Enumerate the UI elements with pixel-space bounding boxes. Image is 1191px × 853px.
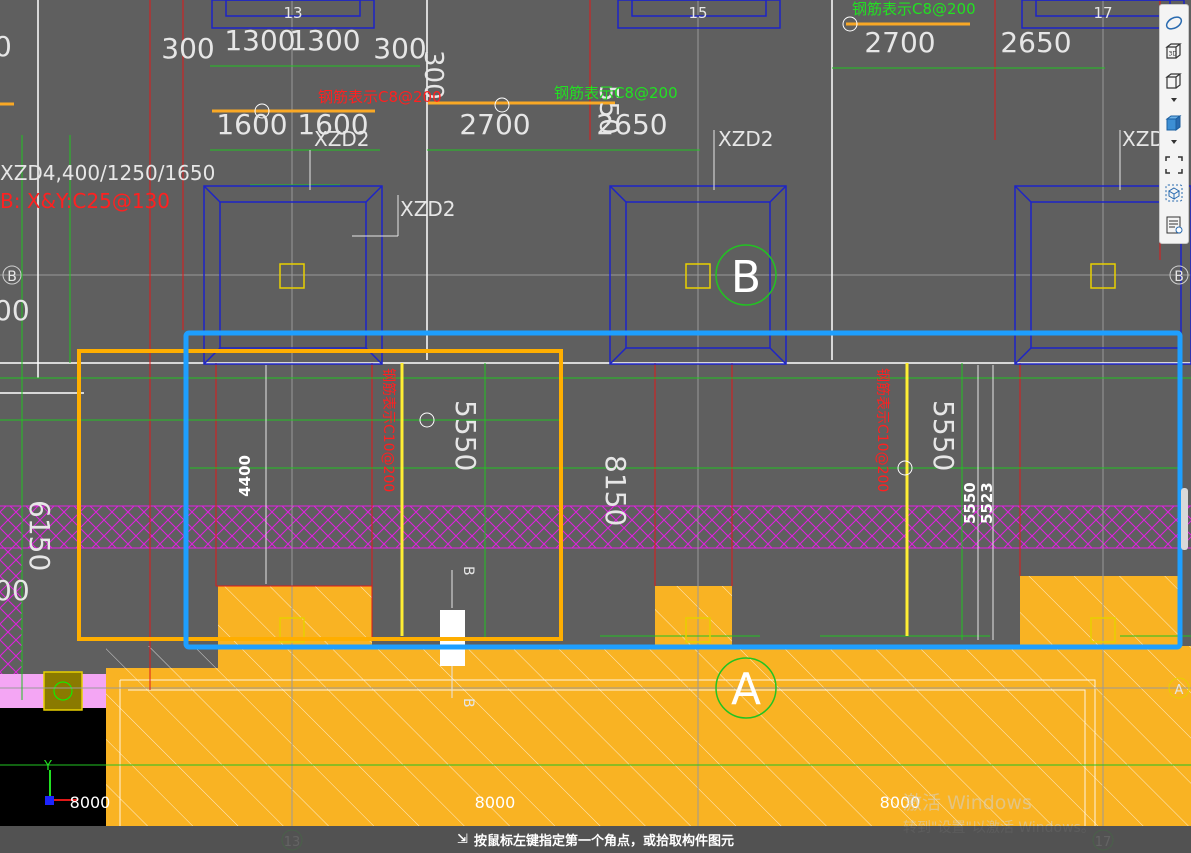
rebar-note-red-1: 钢筋表示C8@200 xyxy=(318,88,442,106)
grid-bubble-b-left: B xyxy=(7,269,17,285)
command-prompt-text: 按鼠标左键指定第一个角点，或拾取构件图元 xyxy=(473,833,734,848)
dim-1600-a: 1600 xyxy=(216,108,287,141)
pick-cursor-icon: ⇲ xyxy=(457,832,468,847)
dim-4400: 4400 xyxy=(236,455,254,497)
left-dim-1: 0 xyxy=(0,30,12,63)
grid-label-13: 13 xyxy=(283,4,302,22)
dim-300-a: 300 xyxy=(161,32,214,65)
view-3d-icon[interactable]: 3D xyxy=(1162,39,1186,63)
left-dim-3: 00 xyxy=(0,574,30,607)
column-marker[interactable] xyxy=(43,671,83,711)
left-dim-6150: 6150 xyxy=(23,500,56,571)
rebar-note-red-3: 钢筋表示C10@200 xyxy=(874,368,891,492)
watermark-line-1: 激活 Windows xyxy=(903,792,1032,814)
grid-label-17: 17 xyxy=(1093,4,1112,22)
rebar-note-green-2: 钢筋表示C8@200 xyxy=(852,0,976,18)
bottom-dim-mid: 8000 xyxy=(475,793,516,812)
dim-5550-small: 5550 xyxy=(961,482,979,524)
dim-1300-a: 1300 xyxy=(224,24,295,57)
dim-8150: 8150 xyxy=(599,455,632,526)
section-mark-b-bottom: B xyxy=(460,698,476,708)
grid-label-15: 15 xyxy=(688,4,707,22)
dropdown-arrow-icon[interactable] xyxy=(1162,93,1186,107)
orbit-icon[interactable] xyxy=(1162,11,1186,35)
zoom-extents-icon[interactable] xyxy=(1162,153,1186,177)
dim-1300-b: 1300 xyxy=(289,24,360,57)
cad-drawing-canvas[interactable]: Y 13 15 17 B B A B A 300 1300 1300 300 2… xyxy=(0,0,1191,853)
dim-2700-mid: 2700 xyxy=(459,108,530,141)
axis-bubble-a: A xyxy=(731,664,761,715)
pile-note-xzd4: XZD4,400/1250/1650 xyxy=(0,161,215,185)
grid-bubble-b-right: B xyxy=(1174,269,1184,285)
xzd-label-3: XZD2 xyxy=(718,127,774,151)
properties-list-icon[interactable] xyxy=(1162,213,1186,237)
grid-bubble-a-right: A xyxy=(1175,683,1184,698)
vertical-scrollbar[interactable] xyxy=(1181,488,1188,550)
view-toolbar: 3D xyxy=(1159,4,1189,244)
dim-5523: 5523 xyxy=(978,482,996,524)
command-prompt-bar: ⇲ 按鼠标左键指定第一个角点，或拾取构件图元 xyxy=(0,826,1191,853)
isolate-icon[interactable] xyxy=(1162,181,1186,205)
rebar-note-green-1: 钢筋表示C8@200 xyxy=(554,84,678,102)
dim-2650-top: 2650 xyxy=(1000,26,1071,59)
rebar-note-red-2: 钢筋表示C10@200 xyxy=(380,368,397,492)
xzd-label-1: XZD2 xyxy=(314,127,370,151)
svg-text:3D: 3D xyxy=(1169,51,1178,58)
dim-5550-a: 5550 xyxy=(449,400,482,471)
svg-text:Y: Y xyxy=(43,759,52,774)
xzd-label-2: XZD2 xyxy=(400,197,456,221)
section-mark-b-top: B xyxy=(460,566,476,576)
pile-note-rebar: B: X&Y:C25@130 xyxy=(0,189,170,213)
dim-2700-top: 2700 xyxy=(864,26,935,59)
left-dim-2: 00 xyxy=(0,294,30,327)
bottom-dim-left: 8000 xyxy=(70,793,111,812)
axis-bubble-b: B xyxy=(731,252,761,303)
dim-5550-b: 5550 xyxy=(927,400,960,471)
dropdown-arrow-icon-2[interactable] xyxy=(1162,135,1186,149)
